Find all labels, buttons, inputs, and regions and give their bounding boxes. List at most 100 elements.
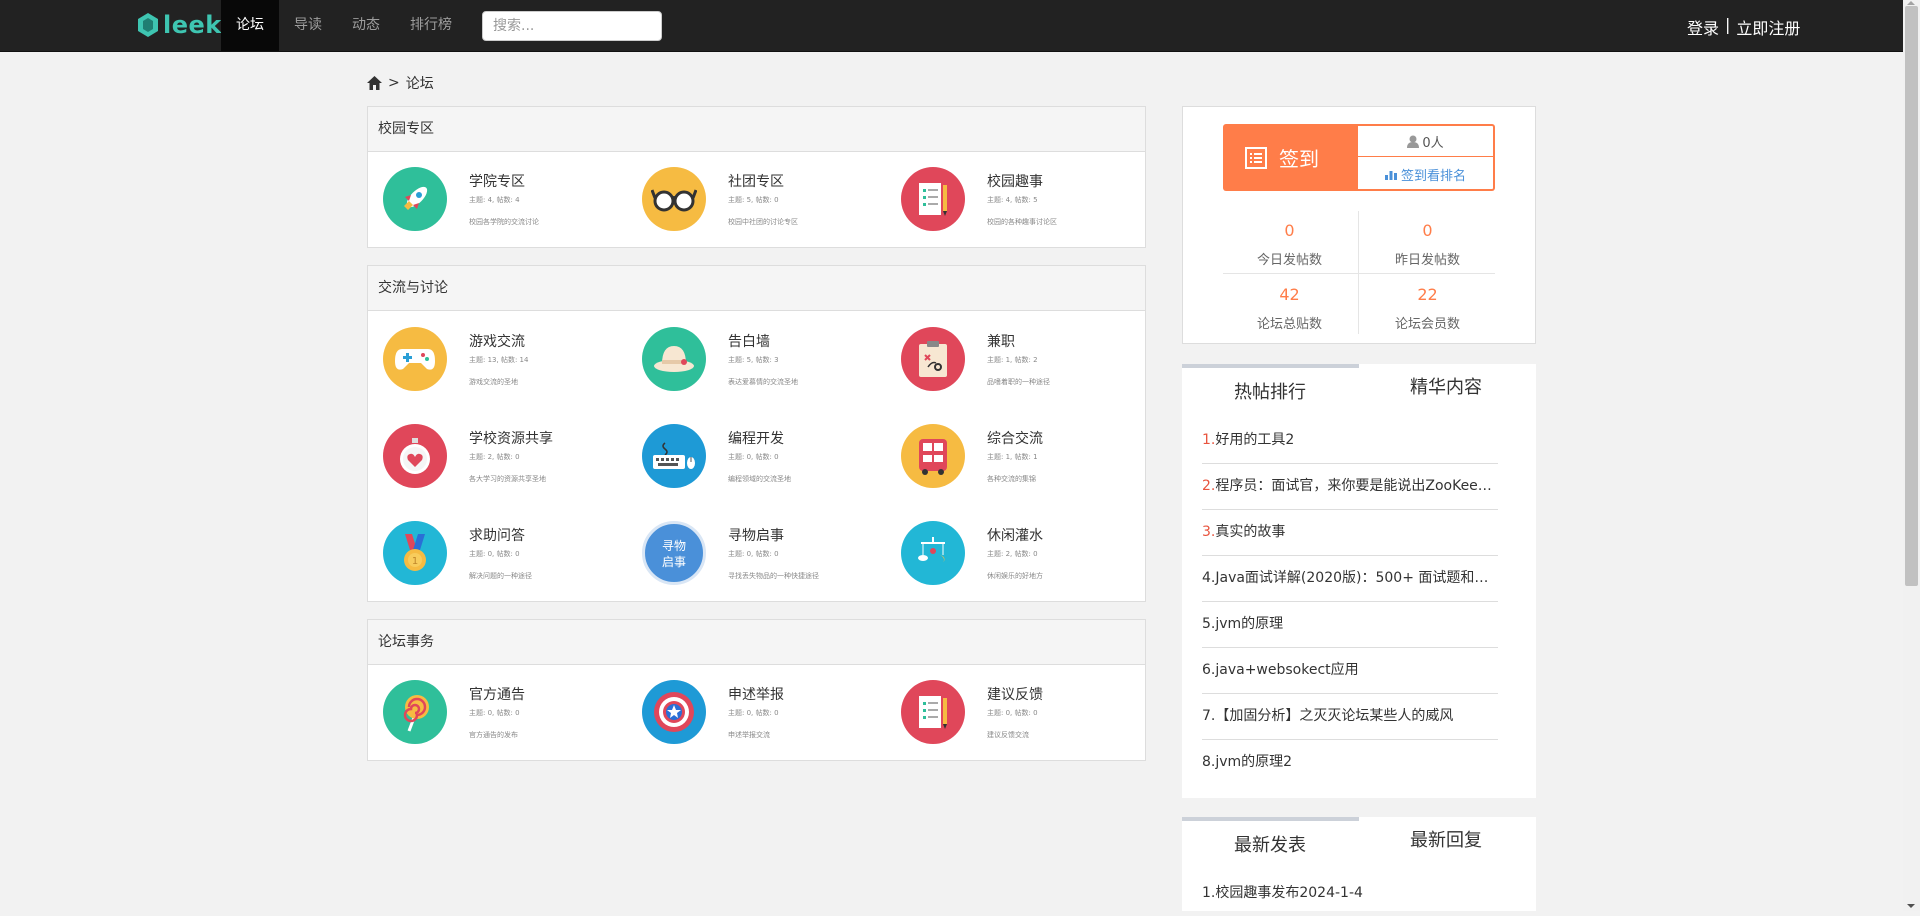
signin-label: 签到	[1279, 147, 1319, 171]
login-link[interactable]: 登录	[1687, 15, 1719, 39]
tab-featured[interactable]: 精华内容	[1359, 364, 1536, 408]
rank-number: 6.	[1202, 662, 1216, 678]
board-item[interactable]: 兼职 主题: 1, 帖数: 2 品嗜着职的一种途径	[886, 327, 1126, 407]
post-title[interactable]: jvm的原理	[1215, 616, 1283, 632]
board-title[interactable]: 综合交流	[987, 428, 1043, 448]
scroll-thumb[interactable]	[1905, 6, 1918, 586]
board-stats: 主题: 1, 帖数: 1	[987, 453, 1038, 461]
stopwatch-icon[interactable]	[383, 424, 447, 488]
list-item[interactable]: 3.真实的故事	[1202, 510, 1498, 556]
hot-posts-card: 热帖排行 精华内容 1.好用的工具2 2.程序员：面试官，来你要是能说出ZooK…	[1182, 364, 1536, 798]
board-item[interactable]: 申述举报 主题: 0, 帖数: 0 申述举报交流	[627, 680, 867, 760]
shield-star-icon[interactable]	[642, 680, 706, 744]
tab-latest-posts[interactable]: 最新发表	[1182, 817, 1359, 865]
stat-members: 22 论坛会员数	[1359, 275, 1496, 335]
board-title[interactable]: 编程开发	[728, 428, 784, 448]
board-title[interactable]: 游戏交流	[469, 331, 525, 351]
board-item[interactable]: 学院专区 主题: 4, 帖数: 4 校园各学院的交流讨论	[368, 167, 608, 247]
list-item[interactable]: 8.jvm的原理2	[1202, 740, 1498, 785]
board-title[interactable]: 学校资源共享	[469, 428, 553, 448]
post-title[interactable]: java+websokect应用	[1215, 662, 1358, 678]
board-title[interactable]: 建议反馈	[987, 684, 1043, 704]
medal-icon[interactable]: 1	[383, 521, 447, 585]
home-icon[interactable]	[367, 76, 382, 90]
lollipop-icon[interactable]	[383, 680, 447, 744]
board-title[interactable]: 学院专区	[469, 171, 525, 191]
board-title[interactable]: 求助问答	[469, 525, 525, 545]
list-item[interactable]: 6.java+websokect应用	[1202, 648, 1498, 694]
board-item[interactable]: 社团专区 主题: 5, 帖数: 0 校园中社团的讨论专区	[627, 167, 867, 247]
post-title[interactable]: 程序员：面试官，来你要是能说出ZooKeeper…	[1215, 478, 1498, 494]
board-stats: 主题: 13, 帖数: 14	[469, 356, 529, 364]
list-item[interactable]: 1.校园趣事发布2024-1-4	[1202, 871, 1498, 916]
board-item[interactable]: 1 求助问答 主题: 0, 帖数: 0 解决问题的一种途径	[368, 521, 608, 601]
svg-text:寻物: 寻物	[662, 539, 686, 553]
board-item[interactable]: 建议反馈 主题: 0, 帖数: 0 建议反馈交流	[886, 680, 1126, 760]
board-title[interactable]: 官方通告	[469, 684, 525, 704]
brand-name: leek	[163, 11, 222, 39]
checklist-icon[interactable]	[901, 167, 965, 231]
post-title[interactable]: 好用的工具2	[1215, 432, 1294, 448]
mobile-icon[interactable]	[901, 521, 965, 585]
board-item[interactable]: 休闲灌水 主题: 2, 帖数: 0 休闲娱乐的好地方	[886, 521, 1126, 601]
brand-logo[interactable]: leek	[137, 10, 222, 40]
board-item[interactable]: 官方通告 主题: 0, 帖数: 0 官方通告的发布	[368, 680, 608, 760]
scroll-down-arrow-icon[interactable]	[1907, 904, 1915, 908]
tab-latest-replies[interactable]: 最新回复	[1359, 817, 1536, 861]
signin-rank-link[interactable]: 签到看排名	[1358, 157, 1493, 191]
board-item[interactable]: 告白墙 主题: 5, 帖数: 3 表达爱慕情的交流圣地	[627, 327, 867, 407]
board-stats: 主题: 4, 帖数: 5	[987, 196, 1038, 204]
board-desc: 品嗜着职的一种途径	[987, 378, 1050, 386]
board-title[interactable]: 寻物启事	[728, 525, 784, 545]
board-item[interactable]: 综合交流 主题: 1, 帖数: 1 各种交流的集锦	[886, 424, 1126, 504]
board-title[interactable]: 休闲灌水	[987, 525, 1043, 545]
board-item[interactable]: 校园趣事 主题: 4, 帖数: 5 校园的各种趣事讨论区	[886, 167, 1126, 247]
board-title[interactable]: 社团专区	[728, 171, 784, 191]
board-item[interactable]: 编程开发 主题: 0, 帖数: 0 编程领域的交流圣地	[627, 424, 867, 504]
keyboard-icon[interactable]	[642, 424, 706, 488]
list-item[interactable]: 2.程序员：面试官，来你要是能说出ZooKeeper…	[1202, 464, 1498, 510]
signin-info: 0人 签到看排名	[1358, 124, 1495, 191]
section-title: 交流与讨论	[368, 266, 1145, 311]
search-input[interactable]	[482, 11, 662, 41]
rocket-icon[interactable]	[383, 167, 447, 231]
list-item[interactable]: 1.好用的工具2	[1202, 418, 1498, 464]
list-item[interactable]: 7.【加固分析】之灭灭论坛某些人的威风	[1202, 694, 1498, 740]
page-scrollbar[interactable]	[1903, 0, 1920, 911]
main-nav: 论坛 导读 动态 排行榜	[221, 0, 467, 51]
nav-guide[interactable]: 导读	[279, 0, 337, 51]
board-item[interactable]: 学校资源共享 主题: 2, 帖数: 0 各大学习的资源共享圣地	[368, 424, 608, 504]
bus-icon[interactable]	[901, 424, 965, 488]
board-desc: 校园的各种趣事讨论区	[987, 218, 1057, 226]
board-title[interactable]: 兼职	[987, 331, 1015, 351]
board-title[interactable]: 校园趣事	[987, 171, 1043, 191]
post-title[interactable]: 【加固分析】之灭灭论坛某些人的威风	[1215, 708, 1453, 724]
post-title[interactable]: jvm的原理2	[1215, 754, 1292, 770]
glasses-icon[interactable]	[642, 167, 706, 231]
signin-button[interactable]: 签到	[1223, 124, 1358, 191]
post-title[interactable]: Java面试详解(2020版)：500+ 面试题和核…	[1215, 570, 1498, 586]
signin-rank-label: 签到看排名	[1400, 168, 1466, 184]
lost-found-icon[interactable]: 寻物 启事	[642, 521, 706, 585]
scroll-up-arrow-icon[interactable]	[1907, 1, 1915, 5]
nav-forum[interactable]: 论坛	[221, 0, 279, 51]
tab-hot[interactable]: 热帖排行	[1182, 364, 1359, 412]
breadcrumb-current[interactable]: 论坛	[406, 73, 434, 93]
nav-ranking[interactable]: 排行榜	[395, 0, 467, 51]
post-title[interactable]: 真实的故事	[1215, 524, 1285, 540]
list-item[interactable]: 5.jvm的原理	[1202, 602, 1498, 648]
leaf-logo-icon	[138, 13, 158, 37]
clipboard-icon[interactable]	[901, 327, 965, 391]
list-item[interactable]: 4.Java面试详解(2020版)：500+ 面试题和核…	[1202, 556, 1498, 602]
hat-icon[interactable]	[642, 327, 706, 391]
gamepad-icon[interactable]	[383, 327, 447, 391]
register-link[interactable]: 立即注册	[1736, 15, 1800, 39]
board-title[interactable]: 告白墙	[728, 331, 770, 351]
post-title[interactable]: 校园趣事发布2024-1-4	[1215, 885, 1363, 901]
board-title[interactable]: 申述举报	[728, 684, 784, 704]
stat-label: 今日发帖数	[1256, 253, 1322, 268]
nav-activity[interactable]: 动态	[337, 0, 395, 51]
board-item[interactable]: 游戏交流 主题: 13, 帖数: 14 游戏交流的圣地	[368, 327, 608, 407]
checklist-icon[interactable]	[901, 680, 965, 744]
board-item[interactable]: 寻物 启事 寻物启事 主题: 0, 帖数: 0 寻找丢失物品的一种快捷途径	[627, 521, 867, 601]
